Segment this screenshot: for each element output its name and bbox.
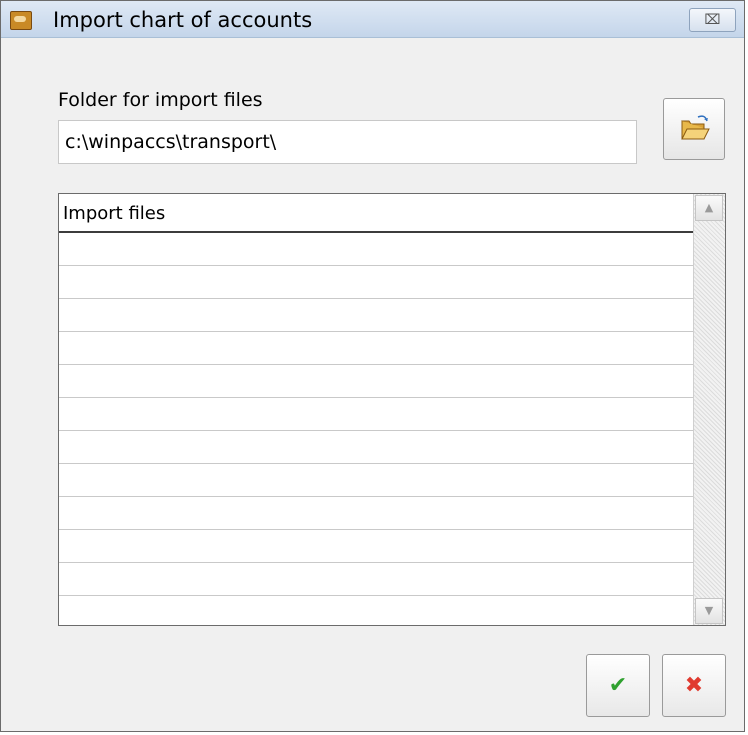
app-icon xyxy=(10,11,32,30)
browse-folder-button[interactable] xyxy=(663,98,725,160)
scroll-up-icon: ▲ xyxy=(704,201,714,214)
ok-button[interactable]: ✔ xyxy=(586,654,650,717)
table-row[interactable] xyxy=(59,332,693,365)
table-row[interactable] xyxy=(59,497,693,530)
table-row[interactable] xyxy=(59,398,693,431)
window-title: Import chart of accounts xyxy=(53,8,313,32)
table-row[interactable] xyxy=(59,530,693,563)
cancel-button[interactable]: ✖ xyxy=(662,654,726,717)
table-row[interactable] xyxy=(59,464,693,497)
table-row[interactable] xyxy=(59,299,693,332)
scroll-down-icon: ▼ xyxy=(704,604,714,617)
checkmark-icon: ✔ xyxy=(608,673,628,698)
scroll-down-button[interactable]: ▼ xyxy=(695,598,723,624)
vertical-scrollbar[interactable]: ▲ ▼ xyxy=(693,194,725,625)
close-icon: ⌧ xyxy=(704,12,721,28)
open-folder-icon xyxy=(681,115,710,140)
close-button[interactable]: ⌧ xyxy=(689,8,736,32)
table-row[interactable] xyxy=(59,233,693,266)
import-files-grid[interactable]: Import files ▲ ▼ xyxy=(58,193,726,626)
table-row[interactable] xyxy=(59,431,693,464)
cross-icon: ✖ xyxy=(684,673,704,698)
folder-label: Folder for import files xyxy=(58,89,263,111)
scroll-up-button[interactable]: ▲ xyxy=(695,195,723,221)
column-header-import-files[interactable]: Import files xyxy=(59,194,695,233)
table-row[interactable] xyxy=(59,563,693,596)
table-row[interactable] xyxy=(59,365,693,398)
folder-path-input[interactable] xyxy=(58,120,637,164)
grid-rows xyxy=(59,233,693,625)
table-row[interactable] xyxy=(59,596,693,625)
table-row[interactable] xyxy=(59,266,693,299)
import-dialog: Import chart of accounts ⌧ Folder for im… xyxy=(0,0,745,732)
title-bar[interactable]: Import chart of accounts ⌧ xyxy=(1,1,744,38)
